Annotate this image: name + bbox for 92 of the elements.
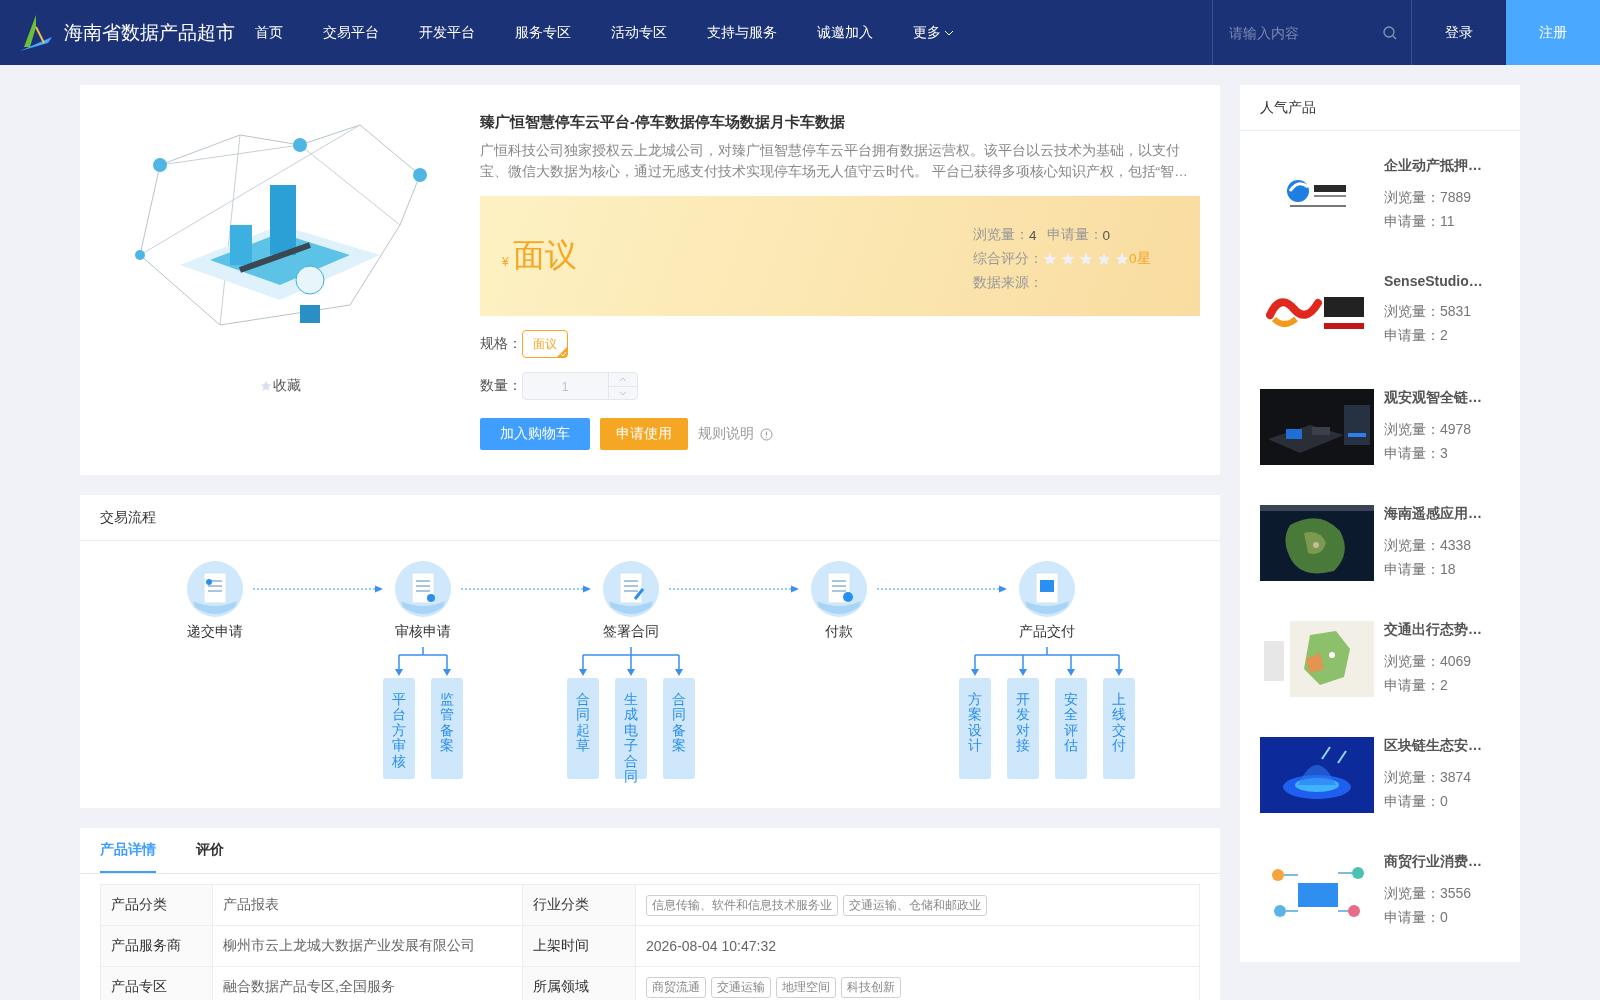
search-icon [1383,25,1397,40]
tag: 地理空间 [776,976,836,998]
apply-count: 申请量：18 [1384,560,1457,579]
table-cell: 2026-08-04 10:47:32 [635,925,1200,967]
price-value: 面议 [512,236,577,275]
favorite-button[interactable]: 收藏 [259,377,301,395]
stat-value: 4 [1029,227,1037,243]
view-count: 浏览量：3874 [1384,768,1473,787]
substep-box: 监管备案 [431,678,463,779]
substep-box: 安全评估 [1055,678,1087,779]
product-name-link[interactable]: 商贸行业消费… [1384,853,1482,871]
product-name-link[interactable]: 海南遥感应用… [1384,505,1482,523]
tag: 信息传输、软件和信息技术服务业 [646,894,838,916]
currency-symbol: ¥ [502,255,509,269]
stat-label: 浏览量： [973,226,1029,244]
stat-value: 0 [1102,227,1111,243]
star-icon [1043,252,1057,266]
nav-link[interactable]: 活动专区 [611,23,667,42]
step-label: 产品交付 [1019,623,1075,641]
step-label: 付款 [825,623,853,641]
document-icon [811,561,867,617]
view-count: 浏览量：7889 [1384,188,1473,207]
stat-label: 综合评分： [973,250,1043,268]
tag: 科技创新 [841,976,901,998]
substep-box: 上线交付 [1103,678,1135,779]
nav-link[interactable]: 开发平台 [419,23,475,42]
quantity-label: 数量： [480,377,522,395]
stat-label: 申请量： [1046,226,1103,244]
star-icon [1061,252,1075,266]
nav-link[interactable]: 服务专区 [515,23,571,42]
table-cell: 上架时间 [522,925,636,967]
view-count: 浏览量：4338 [1384,536,1473,555]
product-name-link[interactable]: SenseStudio… [1384,273,1483,289]
view-count: 浏览量：4069 [1384,652,1473,671]
document-icon [395,561,451,617]
star-icon [1115,252,1129,266]
substep-box: 开发对接 [1007,678,1039,779]
tag: 交通运输 [711,976,771,998]
document-icon [603,561,659,617]
view-count: 浏览量：5831 [1384,302,1473,321]
section-title: 人气产品 [1240,85,1520,131]
table-cell: 产品报表 [212,884,523,926]
nav-link[interactable]: 更多 [913,23,954,42]
apply-count: 申请量：2 [1384,676,1449,695]
document-icon [187,561,243,617]
product-name-link[interactable]: 交通出行态势… [1384,621,1482,639]
search-field[interactable]: 请输入内容 [1227,23,1383,42]
spec-label: 规格： [480,335,522,353]
substep-box: 方案设计 [959,678,991,779]
section-title: 交易流程 [80,495,1220,541]
nav-link[interactable]: 诚邀加入 [817,23,873,42]
tab[interactable]: 评价 [196,828,224,873]
step-label: 签署合同 [603,623,659,641]
table-cell: 行业分类 [522,884,636,926]
table-cell: 所属领域 [522,966,636,1000]
product-name-link[interactable]: 区块链生态安… [1384,737,1482,755]
tag: 交通运输、仓储和邮政业 [843,894,987,916]
tag: 商贸流通 [646,976,706,998]
document-icon [1019,561,1075,617]
view-count: 浏览量：3556 [1384,884,1473,903]
check-corner-icon [557,347,567,357]
step-label: 递交申请 [187,623,243,641]
substep-box: 平台方审核 [383,678,415,779]
star-icon [259,380,272,392]
product-title: 臻广恒智慧停车云平台-停车数据停车场数据月卡车数据 [480,113,846,132]
nav-link[interactable]: 交易平台 [323,23,379,42]
caret-icon [944,29,954,36]
apply-count: 申请量：11 [1384,212,1456,231]
apply-count: 申请量：2 [1384,326,1449,345]
nav-link[interactable]: 首页 [255,23,283,42]
rating-text: 0星 [1129,250,1151,268]
table-cell: 柳州市云上龙城大数据产业发展有限公司 [212,925,523,967]
product-description: 广恒科技公司独家授权云上龙城公司，对臻广恒智慧停车云平台拥有数据运营权。该平台以云技术为基础，以支付宝、微信大数据为核心，通过无感支付技术实现停车场无人值守云时代。 平台已获得多项核心知识产权，包括“智… [480,142,1189,181]
substep-box: 合同起草 [567,678,599,779]
login-button[interactable]: 登录 [1412,0,1506,65]
product-name-link[interactable]: 观安观智全链… [1384,389,1482,407]
star-icon [1079,252,1093,266]
info-icon [760,427,773,441]
star-icon [1097,252,1111,266]
apply-count: 申请量：0 [1384,792,1449,811]
apply-count: 申请量：3 [1384,444,1449,463]
apply-count: 申请量：0 [1384,908,1449,927]
product-name-link[interactable]: 企业动产抵押… [1384,157,1482,175]
table-cell: 产品服务商 [100,925,213,967]
stat-label: 数据来源： [973,274,1043,292]
view-count: 浏览量：4978 [1384,420,1473,439]
table-cell: 产品分类 [100,884,213,926]
site-name: 海南省数据产品超市 [64,20,235,45]
substep-box: 合同备案 [663,678,695,779]
table-cell: 产品专区 [100,966,213,1000]
nav-link[interactable]: 支持与服务 [707,23,777,42]
step-label: 审核申请 [395,623,451,641]
